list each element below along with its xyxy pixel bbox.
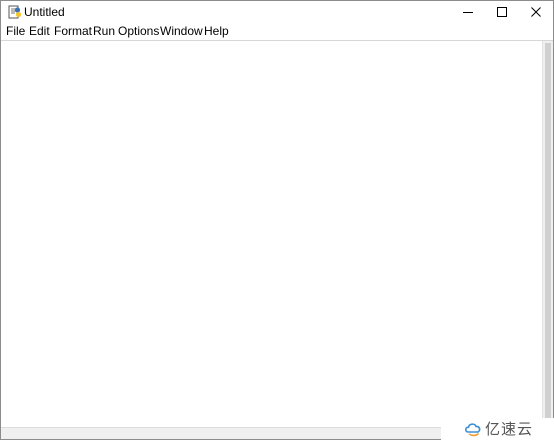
menu-help[interactable]: Help <box>203 24 230 39</box>
title-bar[interactable]: Untitled <box>1 1 553 23</box>
minimize-icon <box>463 7 473 17</box>
minimize-button[interactable] <box>451 1 485 23</box>
menu-options[interactable]: Options <box>117 24 160 39</box>
scrollbar-thumb[interactable] <box>545 43 551 423</box>
vertical-scrollbar[interactable] <box>542 41 553 427</box>
maximize-icon <box>497 7 507 17</box>
menu-window[interactable]: Window <box>159 24 204 39</box>
menu-file[interactable]: File <box>5 24 26 39</box>
text-editor-area[interactable] <box>1 41 542 427</box>
maximize-button[interactable] <box>485 1 519 23</box>
watermark-text: 亿速云 <box>485 420 534 438</box>
watermark: 亿速云 <box>441 418 554 440</box>
close-icon <box>531 7 541 17</box>
idle-editor-window: Untitled File Edit Format Run Options Wi… <box>0 0 554 440</box>
python-idle-icon <box>8 5 22 19</box>
window-title: Untitled <box>24 5 65 19</box>
menu-edit[interactable]: Edit <box>28 24 51 39</box>
menu-bar: File Edit Format Run Options Window Help <box>1 23 553 41</box>
menu-format[interactable]: Format <box>53 24 93 39</box>
close-button[interactable] <box>519 1 553 23</box>
cloud-logo-icon <box>464 421 482 437</box>
menu-run[interactable]: Run <box>92 24 116 39</box>
